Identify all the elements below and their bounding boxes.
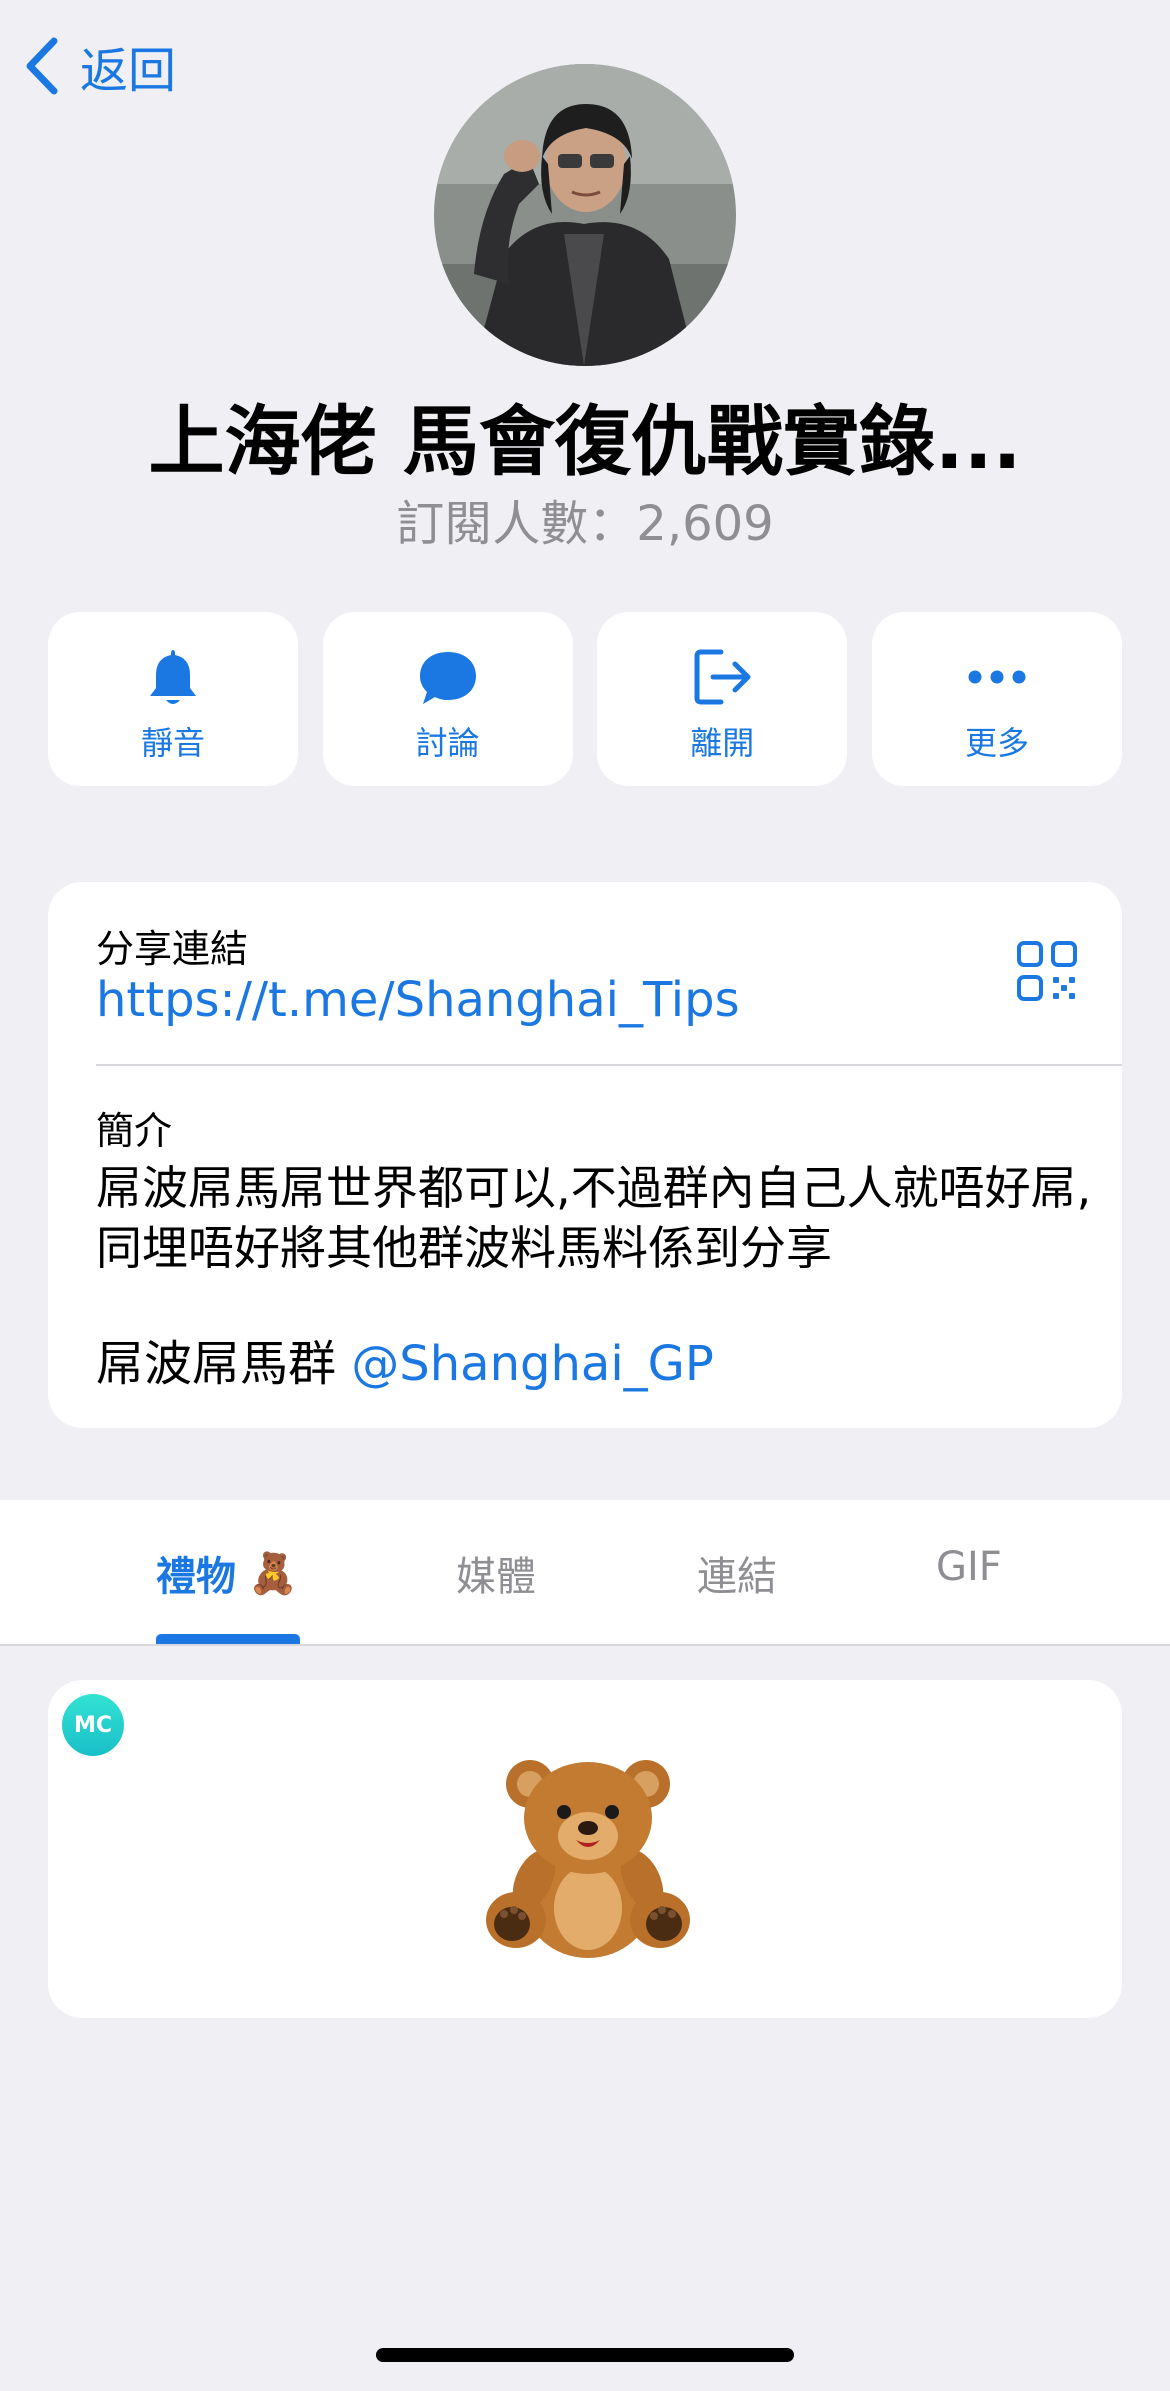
more-label: 更多 <box>964 724 1029 762</box>
channel-info-card: 分享連結 https://t.me/Shanghai_Tips 簡介 屌波屌馬屌… <box>48 882 1122 1428</box>
discuss-button[interactable]: 討論 <box>322 612 573 786</box>
share-link[interactable]: https://t.me/Shanghai_Tips <box>96 972 740 1028</box>
tab-links[interactable]: 連結 <box>697 1544 777 1602</box>
content-tabs: 禮物 🧸 媒體 連結 GIF <box>0 1500 1170 1644</box>
leave-icon <box>694 649 751 705</box>
leave-button[interactable]: 離開 <box>597 612 848 786</box>
bio-label: 簡介 <box>96 1109 173 1153</box>
mute-button[interactable]: 靜音 <box>48 612 298 786</box>
home-indicator[interactable] <box>376 2348 794 2362</box>
teddy-bear-icon <box>486 1760 690 1958</box>
leave-label: 離開 <box>690 724 755 762</box>
qr-code-icon[interactable] <box>1016 940 1078 1002</box>
active-tab-indicator <box>156 1634 300 1644</box>
subscriber-count: 訂閱人數：2,609 <box>396 496 774 552</box>
group-label: 屌波屌馬群 <box>96 1336 337 1392</box>
bell-icon <box>150 650 196 704</box>
more-icon <box>968 670 1026 684</box>
sender-avatar: MC <box>62 1694 124 1756</box>
tab-media[interactable]: 媒體 <box>456 1544 536 1602</box>
chevron-left-icon <box>26 37 58 95</box>
back-label: 返回 <box>80 43 177 99</box>
channel-title: 上海佬 馬會復仇戰實錄... <box>148 397 1022 486</box>
more-button[interactable]: 更多 <box>871 612 1122 786</box>
group-mention-link[interactable]: @Shanghai_GP <box>351 1336 714 1392</box>
divider <box>96 1064 1122 1066</box>
share-link-label: 分享連結 <box>96 927 249 971</box>
teddy-bear-icon: 🧸 <box>248 1550 298 1597</box>
channel-avatar[interactable] <box>434 64 736 366</box>
chat-bubble-icon <box>419 652 476 704</box>
group-line: 屌波屌馬群 @Shanghai_GP <box>96 1334 714 1394</box>
back-button[interactable]: 返回 <box>22 34 177 99</box>
bio-text: 屌波屌馬屌世界都可以,不過群內自己人就唔好屌,同埋唔好將其他群波料馬料係到分享 <box>96 1161 1092 1275</box>
tab-gif[interactable]: GIF <box>936 1544 1002 1590</box>
action-bar: 靜音 討論 離開 更多 <box>48 612 1122 786</box>
tab-gifts-label: 禮物 <box>156 1554 236 1600</box>
tabs-divider <box>0 1644 1170 1646</box>
mute-label: 靜音 <box>140 724 205 762</box>
tab-gifts[interactable]: 禮物 🧸 <box>156 1544 298 1602</box>
discuss-label: 討論 <box>415 724 480 762</box>
gift-item[interactable]: MC <box>48 1680 1122 2018</box>
